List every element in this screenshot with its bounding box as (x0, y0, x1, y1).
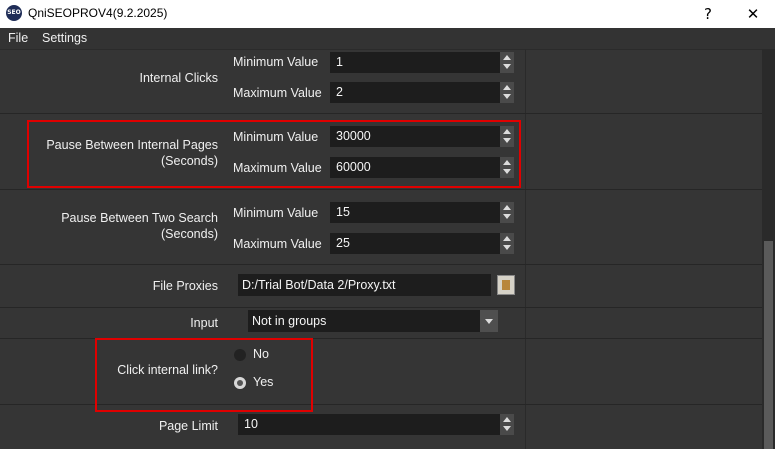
title-bar: SEO QniSEOPROV4(9.2.2025) ? ✕ (0, 0, 775, 28)
window-title: QniSEOPROV4(9.2.2025) (28, 6, 168, 20)
app-logo-icon: SEO (6, 5, 22, 21)
pause-search-label: Pause Between Two Search (Seconds) (61, 210, 218, 242)
spin-down-icon[interactable] (503, 94, 511, 99)
row-file-proxies: File Proxies D:/Trial Bot/Data 2/Proxy.t… (0, 264, 762, 308)
menu-settings[interactable]: Settings (42, 31, 87, 45)
spin-arrows[interactable] (500, 233, 514, 254)
page-limit-label: Page Limit (158, 419, 218, 433)
page-limit-value: 10 (244, 417, 258, 431)
file-proxies-path: D:/Trial Bot/Data 2/Proxy.txt (242, 278, 396, 292)
input-select[interactable]: Not in groups (248, 310, 498, 332)
internal-clicks-max-label: Maximum Value (233, 86, 322, 100)
spin-up-icon[interactable] (503, 205, 511, 210)
spin-down-icon[interactable] (503, 426, 511, 431)
help-button[interactable]: ? (697, 4, 719, 24)
input-label: Input (190, 316, 218, 330)
pause-search-label-line2: (Seconds) (161, 227, 218, 241)
pause-search-min-spinbox[interactable]: 15 (330, 202, 514, 223)
spin-up-icon[interactable] (503, 85, 511, 90)
spin-arrows[interactable] (500, 202, 514, 223)
row-internal-clicks: Internal Clicks Minimum Value 1 Maximum … (0, 49, 762, 114)
spin-up-icon[interactable] (503, 236, 511, 241)
vertical-scrollbar[interactable] (762, 49, 775, 449)
file-proxies-input[interactable]: D:/Trial Bot/Data 2/Proxy.txt (238, 274, 491, 296)
pause-search-max-label: Maximum Value (233, 237, 322, 251)
spin-up-icon[interactable] (503, 55, 511, 60)
close-button[interactable]: ✕ (742, 4, 764, 24)
row-pause-search: Pause Between Two Search (Seconds) Minim… (0, 189, 762, 265)
internal-clicks-min-spinbox[interactable]: 1 (330, 52, 514, 73)
settings-panel: Internal Clicks Minimum Value 1 Maximum … (0, 49, 762, 449)
pause-search-min-label: Minimum Value (233, 206, 319, 220)
internal-clicks-min-value: 1 (336, 55, 343, 69)
spin-arrows[interactable] (500, 52, 514, 73)
row-input: Input Not in groups (0, 307, 762, 339)
menu-bar: File Settings (0, 28, 775, 50)
spin-down-icon[interactable] (503, 214, 511, 219)
spin-arrows[interactable] (500, 82, 514, 103)
internal-clicks-max-value: 2 (336, 85, 343, 99)
pause-search-min-value: 15 (336, 205, 350, 219)
pause-search-max-spinbox[interactable]: 25 (330, 233, 514, 254)
internal-clicks-min-label: Minimum Value (233, 55, 319, 69)
internal-clicks-label: Internal Clicks (139, 71, 219, 85)
spin-arrows[interactable] (500, 414, 514, 435)
spin-up-icon[interactable] (503, 417, 511, 422)
scrollbar-thumb[interactable] (764, 241, 773, 449)
menu-file[interactable]: File (8, 31, 28, 45)
input-selected-value: Not in groups (252, 314, 327, 328)
spin-down-icon[interactable] (503, 64, 511, 69)
internal-clicks-max-spinbox[interactable]: 2 (330, 82, 514, 103)
file-proxies-label: File Proxies (152, 279, 218, 293)
spin-down-icon[interactable] (503, 245, 511, 250)
highlight-box-pause (27, 120, 521, 188)
page-limit-spinbox[interactable]: 10 (238, 414, 514, 435)
pause-search-label-line1: Pause Between Two Search (61, 211, 218, 225)
chevron-down-icon[interactable] (480, 310, 498, 332)
highlight-box-click-internal (95, 338, 313, 412)
pause-search-max-value: 25 (336, 236, 350, 250)
browse-folder-icon[interactable] (497, 275, 515, 295)
